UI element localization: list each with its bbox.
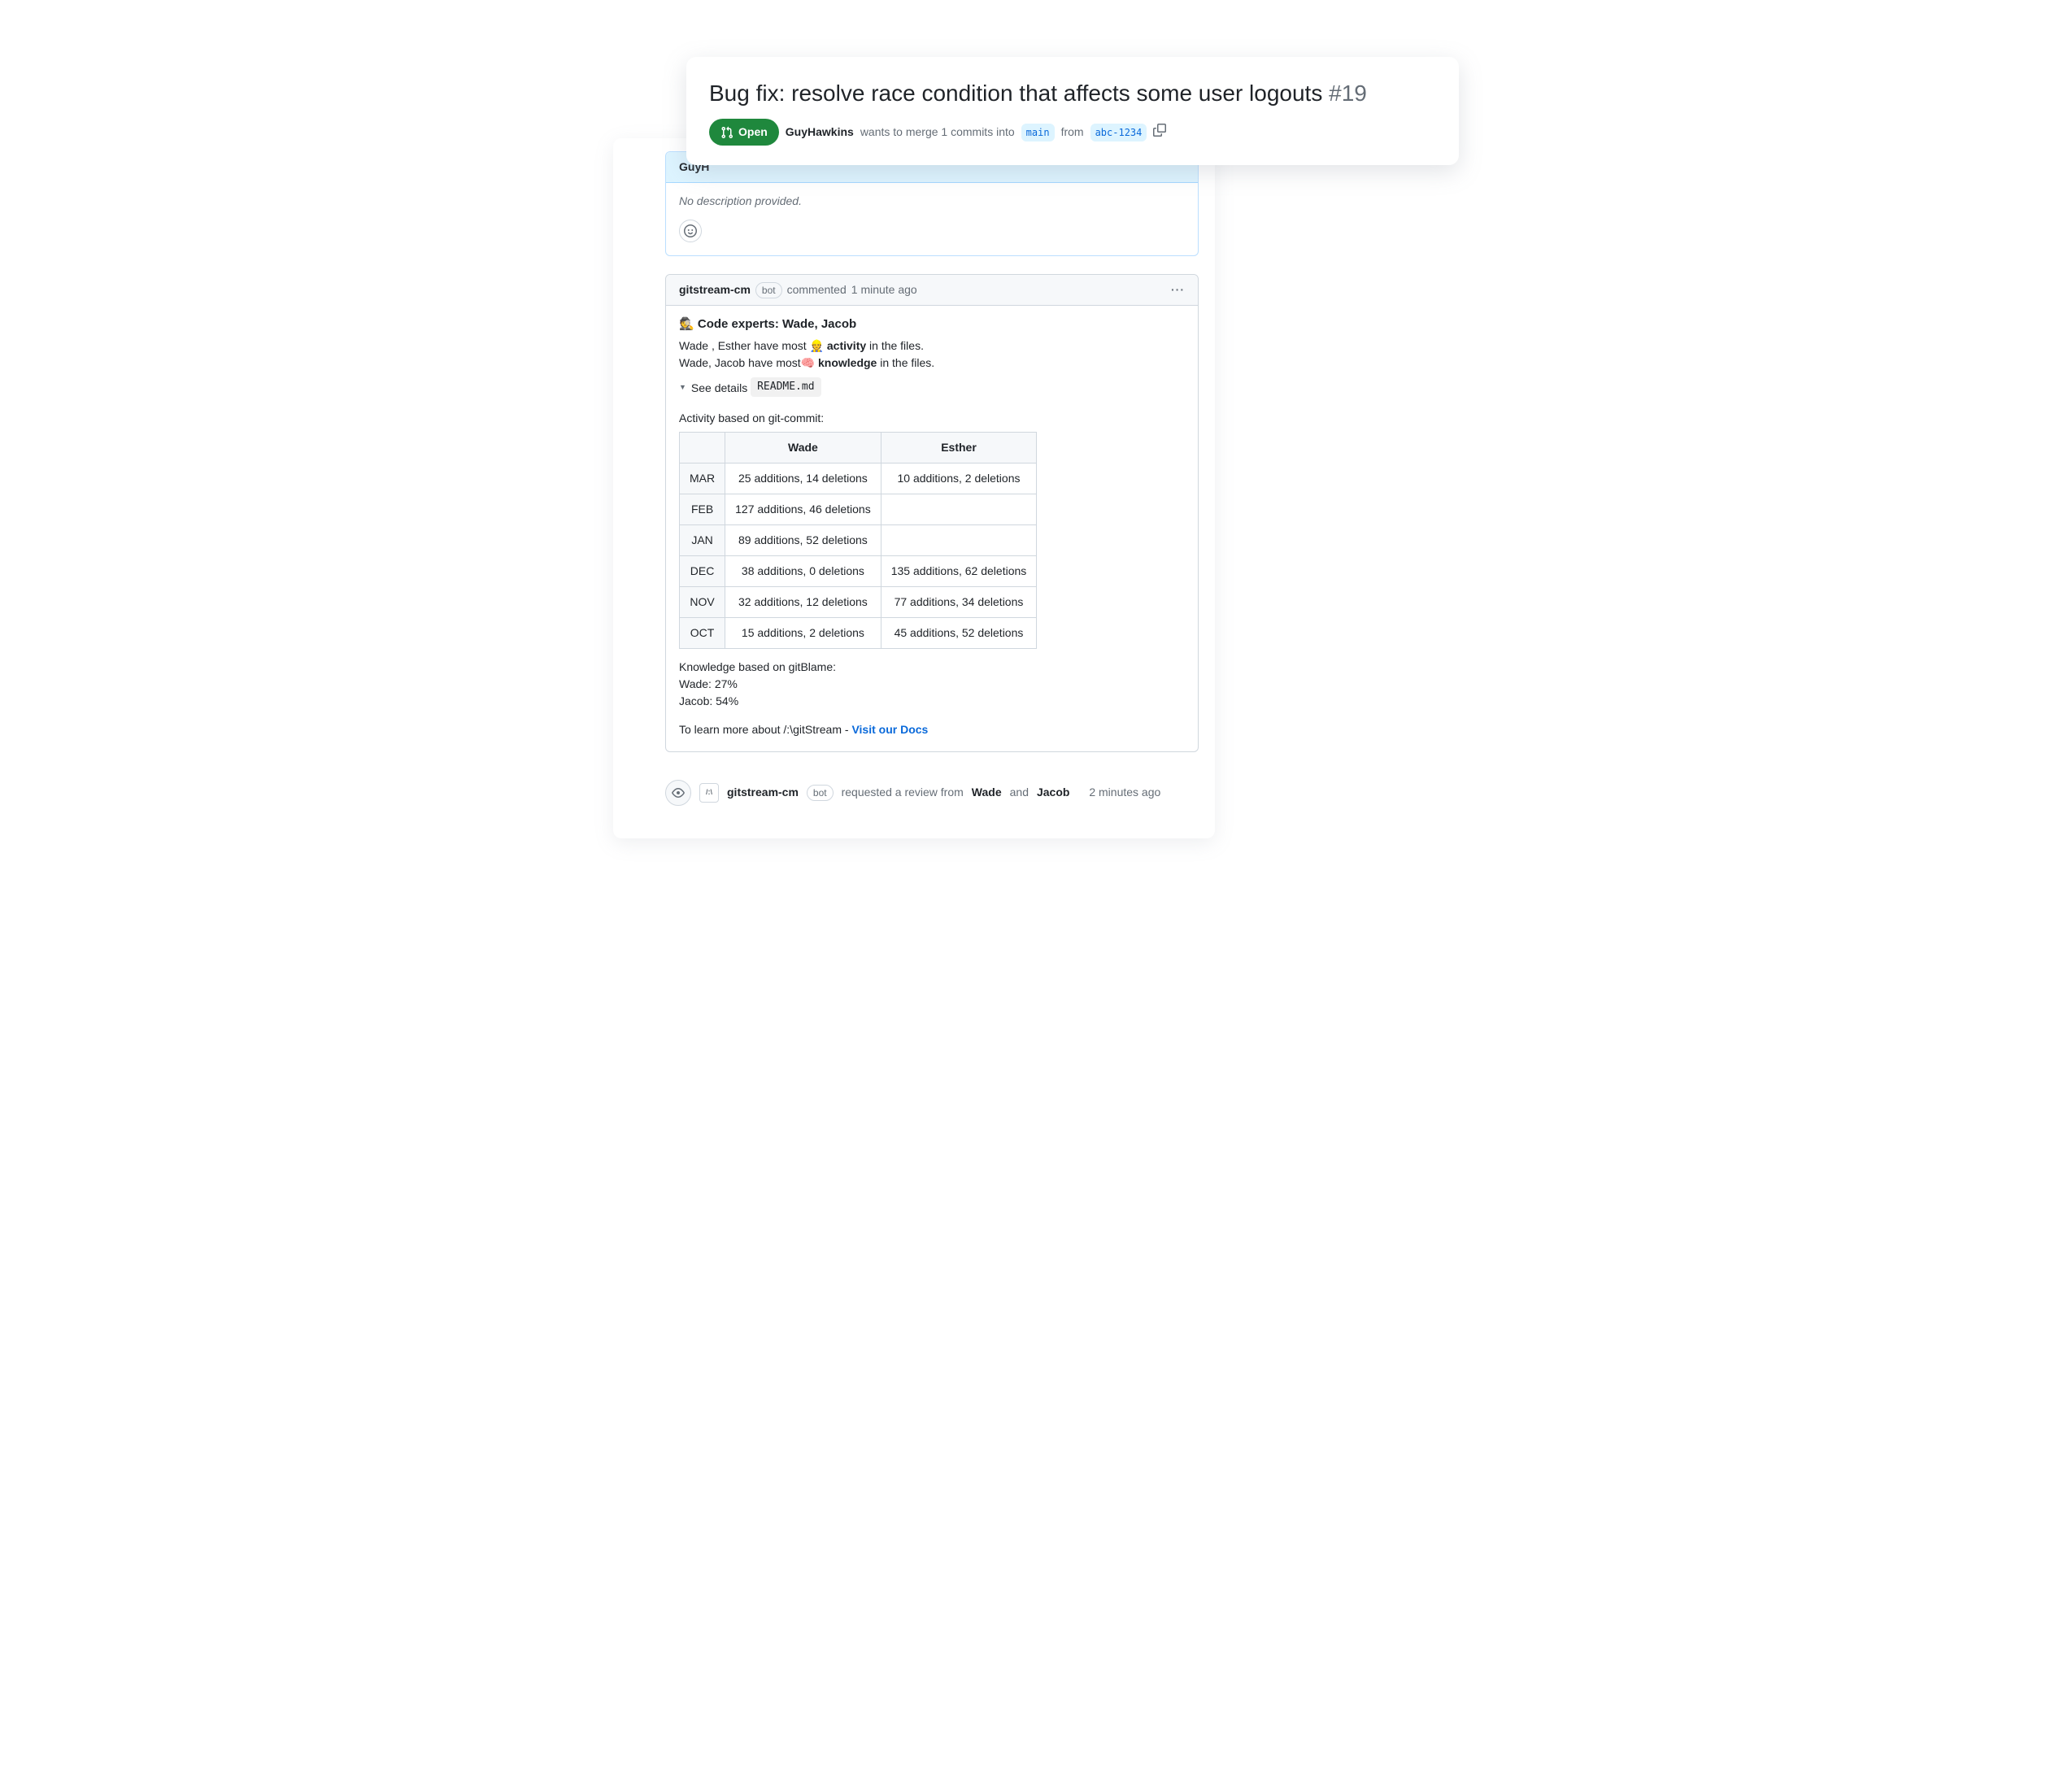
wade-cell: 89 additions, 52 deletions xyxy=(725,524,881,555)
commented-word: commented xyxy=(787,281,847,298)
no-description-text: No description provided. xyxy=(679,193,1185,210)
see-details-toggle[interactable]: ▼ See details xyxy=(679,380,747,397)
docs-pre-text: To learn more about /:\gitStream - xyxy=(679,723,851,736)
visit-docs-link[interactable]: Visit our Docs xyxy=(851,723,928,736)
see-details-label: See details xyxy=(691,380,747,397)
esther-cell: 10 additions, 2 deletions xyxy=(881,463,1037,494)
bot-label: bot xyxy=(755,282,782,298)
add-reaction-button[interactable] xyxy=(679,220,702,242)
knowledge-row: Wade: 27% xyxy=(679,676,1185,693)
knowledge-summary-line: Wade, Jacob have most🧠 knowledge in the … xyxy=(679,355,1185,372)
reviewer-1[interactable]: Wade xyxy=(972,784,1002,801)
pr-state-badge: Open xyxy=(709,119,779,146)
month-cell: OCT xyxy=(680,617,725,648)
comment-body: 🕵️ Code experts: Wade, Jacob Wade , Esth… xyxy=(666,306,1198,751)
table-row: OCT15 additions, 2 deletions45 additions… xyxy=(680,617,1037,648)
esther-cell: 77 additions, 34 deletions xyxy=(881,586,1037,617)
activity-section-label: Activity based on git-commit: xyxy=(679,410,1185,427)
review-requested-event: /:\ gitstream-cm bot requested a review … xyxy=(665,780,1199,806)
wade-cell: 127 additions, 46 deletions xyxy=(725,494,881,524)
month-cell: DEC xyxy=(680,555,725,586)
month-cell: MAR xyxy=(680,463,725,494)
kebab-menu-icon[interactable]: ··· xyxy=(1171,281,1185,298)
base-branch[interactable]: main xyxy=(1021,124,1055,141)
table-row: FEB127 additions, 46 deletions xyxy=(680,494,1037,524)
bot-label: bot xyxy=(807,785,834,801)
code-experts-heading: 🕵️ Code experts: Wade, Jacob xyxy=(679,316,1185,334)
pr-number: #19 xyxy=(1329,81,1367,106)
and-text: and xyxy=(1010,784,1029,801)
caret-down-icon: ▼ xyxy=(679,382,686,394)
table-row: MAR25 additions, 14 deletions10 addition… xyxy=(680,463,1037,494)
esther-cell xyxy=(881,524,1037,555)
knowledge-section: Knowledge based on gitBlame: Wade: 27% J… xyxy=(679,659,1185,710)
gitstream-comment: gitstream-cm bot commented 1 minute ago … xyxy=(665,274,1199,752)
pr-title: Bug fix: resolve race condition that aff… xyxy=(709,76,1436,111)
comment-author[interactable]: gitstream-cm xyxy=(679,281,751,298)
merge-text-mid: from xyxy=(1061,124,1084,141)
pr-description-comment: GuyH No description provided. xyxy=(665,151,1199,256)
git-pull-request-icon xyxy=(720,126,733,139)
comment-body: No description provided. xyxy=(666,183,1198,255)
detective-icon: 🕵️ xyxy=(679,317,694,331)
pr-author[interactable]: GuyHawkins xyxy=(786,124,854,141)
wade-cell: 25 additions, 14 deletions xyxy=(725,463,881,494)
copy-icon[interactable] xyxy=(1153,124,1166,141)
activity-word: activity xyxy=(827,339,866,352)
pr-state-text: Open xyxy=(738,124,768,141)
brain-icon: 🧠 xyxy=(801,356,815,369)
pr-header-card: Bug fix: resolve race condition that aff… xyxy=(686,57,1459,165)
pr-meta-row: Open GuyHawkins wants to merge 1 commits… xyxy=(709,119,1436,146)
smiley-icon xyxy=(684,224,697,237)
esther-cell: 135 additions, 62 deletions xyxy=(881,555,1037,586)
esther-cell xyxy=(881,494,1037,524)
knowledge-section-label: Knowledge based on gitBlame: xyxy=(679,659,1185,676)
merge-text-pre: wants to merge 1 commits into xyxy=(860,124,1015,141)
table-row: DEC38 additions, 0 deletions135 addition… xyxy=(680,555,1037,586)
month-cell: FEB xyxy=(680,494,725,524)
esther-cell: 45 additions, 52 deletions xyxy=(881,617,1037,648)
month-cell: NOV xyxy=(680,586,725,617)
wade-cell: 32 additions, 12 deletions xyxy=(725,586,881,617)
table-row: NOV32 additions, 12 deletions77 addition… xyxy=(680,586,1037,617)
knowledge-row: Jacob: 54% xyxy=(679,693,1185,710)
requested-review-text: requested a review from xyxy=(842,784,964,801)
knowledge-word: knowledge xyxy=(818,356,877,369)
comment-timestamp[interactable]: 1 minute ago xyxy=(851,281,917,298)
month-cell: JAN xyxy=(680,524,725,555)
knowledge-post: in the files. xyxy=(877,356,934,369)
docs-line: To learn more about /:\gitStream - Visit… xyxy=(679,721,1185,738)
table-header-esther: Esther xyxy=(881,432,1037,463)
reviewer-2[interactable]: Jacob xyxy=(1037,784,1069,801)
event-actor[interactable]: gitstream-cm xyxy=(727,784,799,801)
eye-badge xyxy=(665,780,691,806)
eye-icon xyxy=(672,786,685,799)
comment-header: gitstream-cm bot commented 1 minute ago … xyxy=(666,275,1198,306)
knowledge-pre: Wade, Jacob have most xyxy=(679,356,801,369)
gitstream-mini-logo[interactable]: /:\ xyxy=(699,783,719,803)
construction-icon: 👷 xyxy=(810,339,824,352)
table-header-blank xyxy=(680,432,725,463)
activity-pre: Wade , Esther have most xyxy=(679,339,810,352)
experts-heading-text: Code experts: Wade, Jacob xyxy=(698,317,856,331)
table-row: JAN89 additions, 52 deletions xyxy=(680,524,1037,555)
activity-summary-line: Wade , Esther have most 👷 activity in th… xyxy=(679,337,1185,355)
head-branch[interactable]: abc-1234 xyxy=(1090,124,1147,141)
conversation-thread: GuyH No description provided. /:\ g xyxy=(613,138,1215,838)
pr-title-text: Bug fix: resolve race condition that aff… xyxy=(709,81,1322,106)
activity-post: in the files. xyxy=(866,339,924,352)
wade-cell: 38 additions, 0 deletions xyxy=(725,555,881,586)
wade-cell: 15 additions, 2 deletions xyxy=(725,617,881,648)
activity-table: Wade Esther MAR25 additions, 14 deletion… xyxy=(679,432,1037,649)
table-header-wade: Wade xyxy=(725,432,881,463)
file-chip[interactable]: README.md xyxy=(751,377,821,397)
event-timestamp[interactable]: 2 minutes ago xyxy=(1089,784,1160,801)
